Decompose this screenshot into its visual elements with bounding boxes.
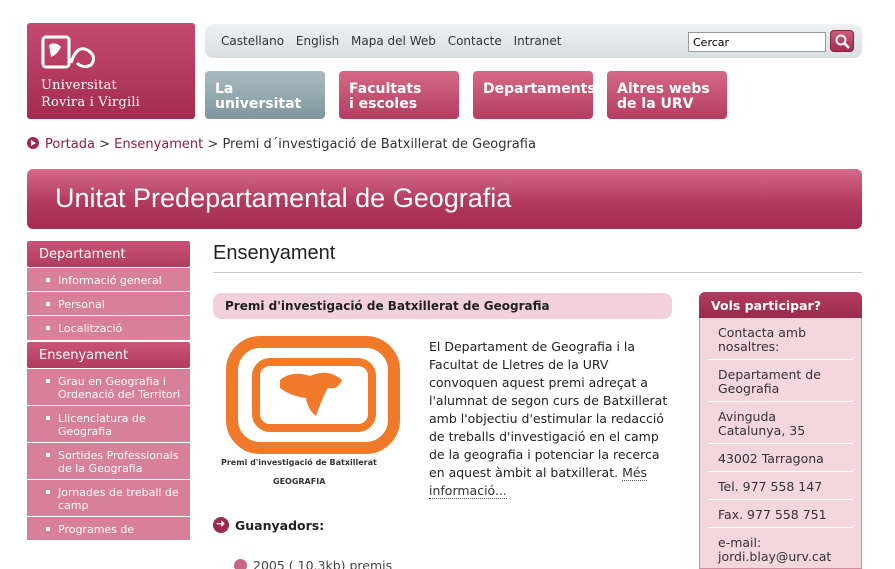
nav-altres-webs[interactable]: Altres webs de la URV [607,71,727,119]
intranet-link[interactable]: Intranet [514,34,562,48]
contact-row: 43002 Tarragona [708,444,853,472]
sidebar-item-jornades[interactable]: Jornades de treball de camp [27,479,190,516]
utility-bar: Castellano English Mapa del Web Contacte… [205,24,862,58]
sidebar-item-llicenciatura[interactable]: Llicenciatura de Geografia [27,405,190,442]
page-title: Ensenyament [213,242,336,264]
nav-label: i escoles [349,96,418,112]
nav-facultats[interactable]: Facultats i escoles [339,71,459,119]
unit-title: Unitat Predepartamental de Geografia [55,183,512,213]
breadcrumb-current: Premi d´investigació de Batxillerat de G… [222,137,536,152]
contact-row: Fax. 977 558 751 [708,500,853,528]
download-label: 2005 ( 10.3kb) premis [253,558,393,569]
award-logo-icon [226,336,400,454]
lang-castellano-link[interactable]: Castellano [221,34,284,48]
breadcrumb-separator: > [203,137,223,152]
breadcrumb: Portada > Ensenyament > Premi d´investig… [27,137,536,152]
nav-label: Departaments [483,81,596,97]
nav-la-universitat[interactable]: La universitat [205,71,325,119]
nav-label: La [215,81,234,97]
breadcrumb-arrow-icon [27,137,39,149]
utility-links: Castellano English Mapa del Web Contacte… [221,34,569,48]
sidebar: Departament Informació general Personal … [27,241,190,540]
download-icon [234,559,247,569]
sidebar-section-departament[interactable]: Departament [27,241,190,267]
sidebar-item-localitzacio[interactable]: Localització [27,315,190,340]
search-icon [835,34,850,49]
breadcrumb-section-link[interactable]: Ensenyament [114,137,203,152]
section-subtitle: Premi d'investigació de Batxillerat de G… [213,293,672,319]
lang-english-link[interactable]: English [296,34,339,48]
sidebar-section-ensenyament[interactable]: Ensenyament [27,342,190,368]
contact-row: Tel. 977 558 147 [708,472,853,500]
contact-row: Departament de Geografia [708,360,853,402]
description-text: El Departament de Geografia i la Faculta… [429,339,668,480]
poster-caption: Premi d'investigació de Batxillerat [221,458,377,467]
sidebar-item-informacio-general[interactable]: Informació general [27,267,190,291]
nav-label: Altres webs [617,81,710,97]
winners-heading: Guanyadors: [213,517,324,533]
winners-download-link[interactable]: 2005 ( 10.3kb) premis [234,558,392,569]
contact-row: Avinguda Catalunya, 35 [708,402,853,444]
contact-link[interactable]: Contacte [448,34,502,48]
university-name: Universitat Rovira i Virgili [41,77,140,111]
participate-box: Contacta amb nosaltres: Departament de G… [699,318,862,569]
sitemap-link[interactable]: Mapa del Web [351,34,436,48]
contact-row: Contacta amb nosaltres: [708,318,853,360]
poster-caption: GEOGRAFIA [273,477,326,486]
search-button[interactable] [830,30,854,52]
nav-departaments[interactable]: Departaments [473,71,596,119]
sidebar-item-grau[interactable]: Grau en Geografia i Ordenació del Territ… [27,368,190,405]
urv-emblem-icon [41,35,96,69]
sidebar-item-personal[interactable]: Personal [27,291,190,315]
nav-label: Facultats [349,81,422,97]
participate-box-title: Vols participar? [699,292,862,318]
breadcrumb-separator: > [94,137,115,152]
nav-label: universitat [215,96,302,112]
search-input[interactable] [688,32,826,52]
sidebar-item-sortides[interactable]: Sortides Professionals de la Geografia [27,442,190,479]
title-divider [213,272,862,273]
award-description: El Departament de Geografia i la Faculta… [429,338,674,500]
breadcrumb-home-link[interactable]: Portada [45,137,95,152]
unit-banner: Unitat Predepartamental de Geografia [27,169,862,229]
logo-line-1: Universitat [41,78,117,93]
urv-logo[interactable]: Universitat Rovira i Virgili [27,23,195,119]
logo-line-2: Rovira i Virgili [41,95,141,110]
winners-label: Guanyadors: [235,518,325,533]
sidebar-item-programes[interactable]: Programes de [27,516,190,540]
arrow-right-icon [213,517,229,533]
nav-label: de la URV [617,96,694,112]
award-poster-image: Premi d'investigació de Batxillerat GEOG… [218,336,408,492]
contact-email[interactable]: e-mail: jordi.blay@urv.cat [708,528,853,568]
